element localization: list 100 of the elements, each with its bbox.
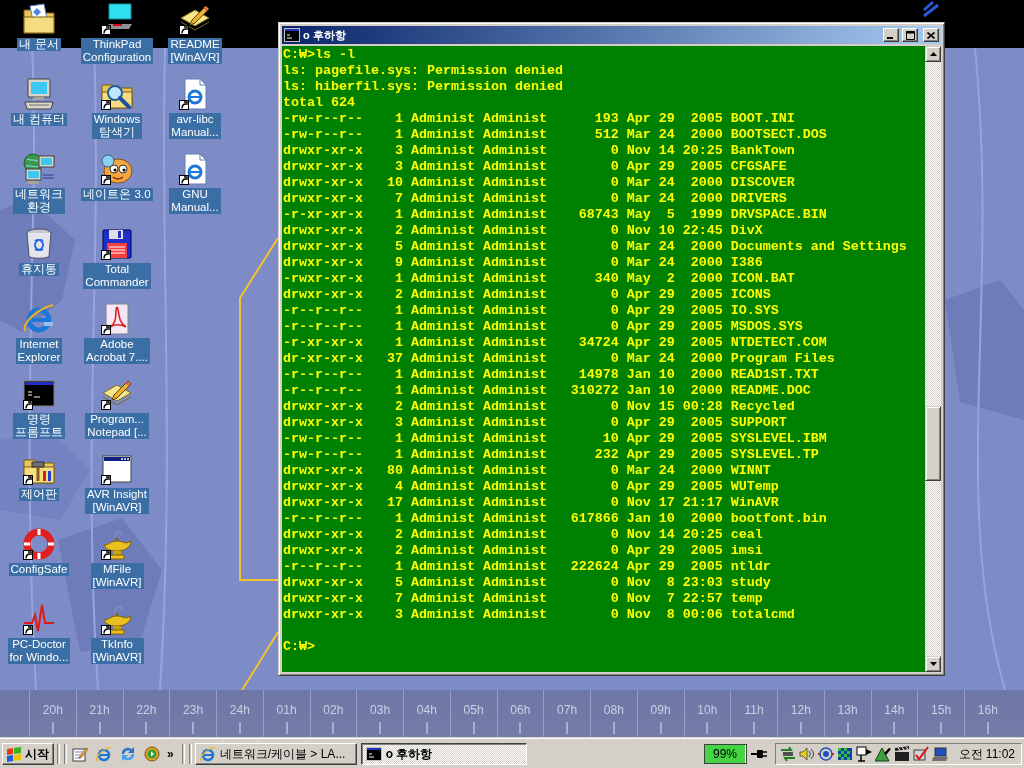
hour-label: 08h <box>603 703 624 717</box>
task-button[interactable]: o 후하항 <box>360 743 527 765</box>
documents-folder-icon[interactable] <box>23 3 55 35</box>
scroll-up-button[interactable] <box>925 46 941 62</box>
desktop-icon-label[interactable]: Total Commander <box>83 263 151 289</box>
desktop-icon-label[interactable]: 휴지통 <box>19 263 59 276</box>
link-count: 37 <box>386 351 403 367</box>
desktop-icon-label[interactable]: Internet Explorer <box>15 338 63 364</box>
lifebuoy-icon[interactable] <box>23 528 55 560</box>
file-size: 0 <box>610 191 619 207</box>
desktop-icon-label[interactable]: 내 컴퓨터 <box>11 113 67 126</box>
desktop-icon-label[interactable]: Program... Notepad [... <box>85 413 149 439</box>
file-size: 193 <box>594 111 619 127</box>
owner-text: Administ <box>410 207 475 223</box>
signpost-icon[interactable] <box>855 746 872 762</box>
scroll-thumb[interactable] <box>925 406 941 481</box>
console-window-icon[interactable] <box>23 378 55 410</box>
play-icon[interactable] <box>144 746 160 762</box>
close-icon <box>927 31 935 39</box>
permissions-text: -r--r--r-- <box>283 303 363 319</box>
permissions-text: drwxr-xr-x <box>283 239 363 255</box>
e-logo-icon[interactable] <box>96 746 112 762</box>
oil-lamp-icon[interactable] <box>101 603 133 635</box>
hour-label: 01h <box>276 703 297 717</box>
file-name: SUPPORT <box>730 415 787 431</box>
file-name: DISCOVER <box>730 175 795 191</box>
desktop-icon-label[interactable]: Windows 탐색기 <box>91 113 143 139</box>
file-date: Jan 10 2000 <box>626 511 723 527</box>
checkered-flag-icon[interactable] <box>836 746 853 762</box>
file-date: Apr 29 2005 <box>626 303 723 319</box>
recycle-bin-icon[interactable] <box>23 228 55 260</box>
file-name: ntldr <box>730 559 771 575</box>
group-text: Administ <box>482 319 547 335</box>
permissions-text: -r--r--r-- <box>283 367 363 383</box>
hour-label: 06h <box>510 703 531 717</box>
group-text: Administ <box>482 511 547 527</box>
target-icon[interactable] <box>817 746 834 762</box>
desktop-icon-label[interactable]: MFile [WinAVR] <box>90 563 144 589</box>
file-size: 10 <box>602 431 619 447</box>
desktop-icon-label[interactable]: 네트워크 환경 <box>13 188 65 214</box>
computer-icon[interactable] <box>23 78 55 110</box>
desktop-icon-label[interactable]: ThinkPad Configuration <box>80 38 154 64</box>
permissions-text: drwxr-xr-x <box>283 143 363 159</box>
desktop-icon-label[interactable]: 내 문서 <box>17 38 61 51</box>
check-mark-icon[interactable] <box>912 746 929 762</box>
maximize-button[interactable] <box>902 28 918 42</box>
laptop-icon[interactable] <box>931 746 948 762</box>
file-name: I386 <box>730 255 763 271</box>
start-button[interactable]: 시작 <box>2 743 54 765</box>
window-icon[interactable] <box>101 453 133 485</box>
triangle-pen-icon[interactable] <box>874 746 891 762</box>
file-size: 0 <box>610 303 619 319</box>
oil-lamp-icon[interactable] <box>101 528 133 560</box>
link-count: 1 <box>394 559 403 575</box>
link-count: 2 <box>394 399 403 415</box>
sync-arrows-icon[interactable] <box>120 746 136 762</box>
desktop-icon-label[interactable]: Adobe Acrobat 7.... <box>84 338 150 364</box>
file-name: MSDOS.SYS <box>730 319 803 335</box>
desktop-icon-label[interactable]: 명령 프롬프트 <box>13 413 65 439</box>
owner-text: Administ <box>410 559 475 575</box>
desktop-icon-label[interactable]: AVR Insight [WinAVR] <box>85 488 149 514</box>
close-button[interactable] <box>923 28 939 42</box>
clock: 오전 11:02 <box>958 747 1015 761</box>
more-button[interactable]: » <box>164 747 177 761</box>
file-name: Program Files <box>730 351 835 367</box>
file-date: Mar 24 2000 <box>626 127 723 143</box>
network-computers-icon[interactable] <box>23 153 55 185</box>
clapperboard-icon[interactable] <box>893 746 910 762</box>
file-date: Apr 29 2005 <box>626 543 723 559</box>
desktop-icon-label[interactable]: 네이트온 3.0 <box>81 188 153 201</box>
permissions-text: drwxr-xr-x <box>283 543 363 559</box>
network-arrows-icon[interactable] <box>779 746 796 762</box>
desktop-icon-label[interactable]: README [WinAVR] <box>168 38 222 64</box>
file-size: 0 <box>610 351 619 367</box>
task-button[interactable]: 네트워크/케이블 > LA... <box>194 743 357 765</box>
group-text: Administ <box>482 591 547 607</box>
file-size: 0 <box>610 607 619 623</box>
permissions-text: -r--r--r-- <box>283 383 363 399</box>
hour-label: 11h <box>744 703 764 717</box>
link-count: 3 <box>394 607 403 623</box>
hour-label: 10h <box>697 703 718 717</box>
cartoon-character-icon[interactable] <box>101 153 133 185</box>
speaker-icon[interactable] <box>798 746 815 762</box>
desktop-icon-label[interactable]: TkInfo [WinAVR] <box>90 638 144 664</box>
link-count: 17 <box>386 495 403 511</box>
scroll-down-button[interactable] <box>925 656 941 672</box>
desktop-icon-label[interactable]: avr-libc Manual... <box>169 113 221 139</box>
owner-text: Administ <box>410 415 475 431</box>
console-line: ls: hiberfil.sys: Permission denied <box>283 79 563 95</box>
desktop-icon-label[interactable]: ConfigSafe <box>8 563 70 576</box>
notepad-icon[interactable] <box>72 746 88 762</box>
scrollbar[interactable] <box>925 46 941 672</box>
file-name: README.DOC <box>730 383 811 399</box>
desktop-icon-label[interactable]: 제어판 <box>19 488 59 501</box>
minimize-button[interactable] <box>883 28 899 42</box>
desktop-icon-label[interactable]: GNU Manual... <box>169 188 221 214</box>
desktop-icon-label[interactable]: PC-Doctor for Windo... <box>7 638 71 664</box>
file-size: 0 <box>610 495 619 511</box>
link-count: 1 <box>394 431 403 447</box>
owner-text: Administ <box>410 543 475 559</box>
